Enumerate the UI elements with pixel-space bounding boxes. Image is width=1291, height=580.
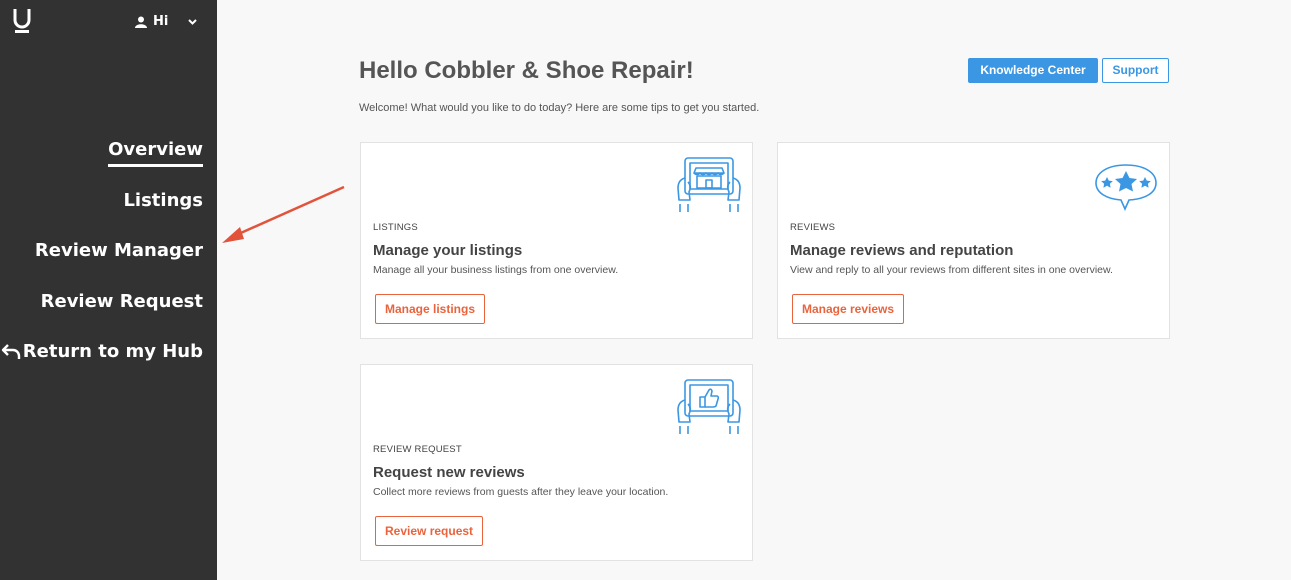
card-description: Manage all your business listings from o… [373, 264, 619, 276]
sidebar-item-listings[interactable]: Listings [1, 188, 203, 239]
listings-card: LISTINGS Manage your listings Manage all… [360, 142, 753, 339]
card-kicker: REVIEWS [790, 222, 836, 233]
sidebar-item-review-request[interactable]: Review Request [1, 289, 203, 340]
annotation-arrow-icon [222, 185, 345, 243]
sidebar-nav: Overview Listings Review Manager Review … [1, 137, 203, 390]
sidebar-item-label: Review Request [40, 290, 203, 312]
tablet-thumbs-up-icon [677, 379, 741, 434]
chevron-down-icon [188, 18, 198, 25]
review-request-button[interactable]: Review request [375, 516, 484, 546]
sidebar-item-overview[interactable]: Overview [1, 137, 203, 188]
sidebar-item-label: Listings [123, 189, 203, 211]
reviews-card: REVIEWS Manage reviews and reputation Vi… [777, 142, 1170, 339]
user-menu[interactable]: Hi [135, 14, 198, 29]
tablet-storefront-icon [677, 157, 741, 212]
card-kicker: LISTINGS [373, 222, 418, 233]
card-title: Request new reviews [373, 464, 525, 481]
card-description: View and reply to all your reviews from … [790, 264, 1113, 276]
card-description: Collect more reviews from guests after t… [373, 486, 669, 498]
sidebar-item-return-to-hub[interactable]: Return to my Hub [1, 339, 203, 390]
stars-speech-bubble-icon [1095, 164, 1157, 211]
logo-icon[interactable] [13, 9, 31, 33]
sidebar-item-label: Return to my Hub [22, 341, 203, 362]
review-request-card: REVIEW REQUEST Request new reviews Colle… [360, 364, 753, 561]
page-subtitle: Welcome! What would you like to do today… [359, 102, 760, 114]
page-title: Hello Cobbler & Shoe Repair! [359, 57, 694, 84]
manage-listings-button[interactable]: Manage listings [375, 294, 486, 324]
card-title: Manage your listings [373, 242, 523, 259]
knowledge-center-button[interactable]: Knowledge Center [968, 58, 1098, 83]
user-icon [135, 16, 147, 28]
sidebar-item-label: Review Manager [34, 240, 203, 261]
card-kicker: REVIEW REQUEST [373, 444, 462, 455]
sidebar-item-review-manager[interactable]: Review Manager [1, 238, 203, 289]
user-greeting: Hi [153, 14, 169, 29]
sidebar-item-label: Overview [108, 137, 203, 167]
return-arrow-icon [1, 344, 20, 359]
sidebar: Hi Overview Listings Review Manager Revi… [0, 0, 217, 580]
support-button[interactable]: Support [1102, 58, 1169, 83]
card-title: Manage reviews and reputation [790, 242, 1014, 259]
manage-reviews-button[interactable]: Manage reviews [792, 294, 905, 324]
